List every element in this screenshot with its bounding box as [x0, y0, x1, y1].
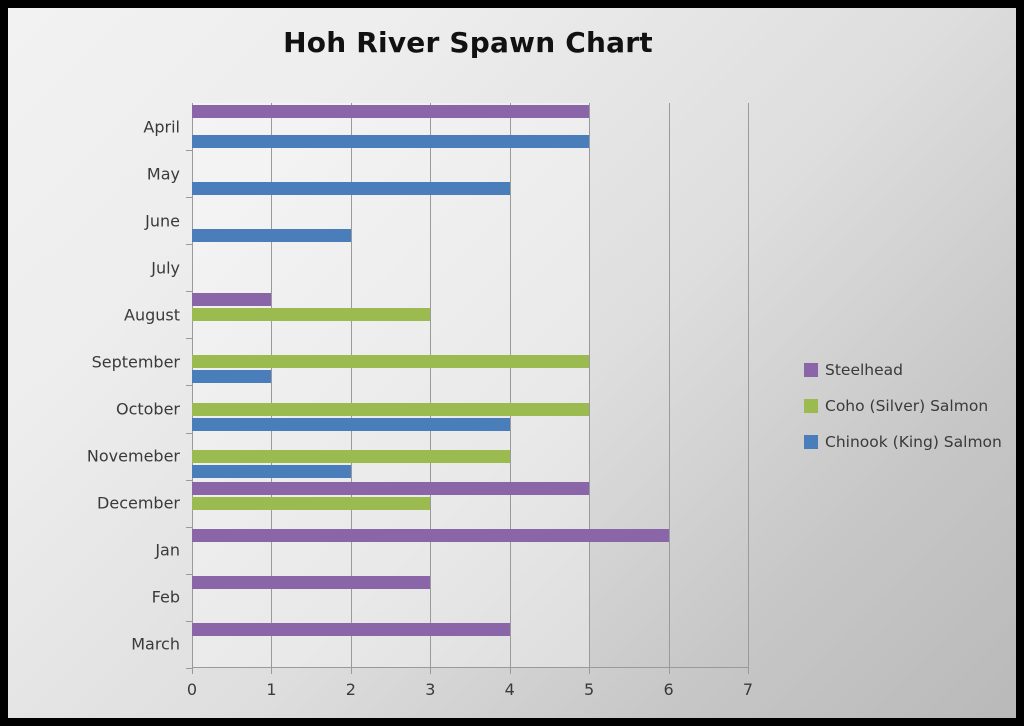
y-axis-category-label: Novemeber	[86, 446, 180, 466]
y-axis-category-label: December	[97, 493, 180, 513]
bar	[192, 293, 272, 307]
x-axis-tick	[668, 668, 670, 674]
bar-group: Novemeber	[87, 433, 748, 481]
bar-group: October	[116, 386, 748, 434]
x-axis-tick	[748, 668, 749, 674]
bar	[192, 496, 431, 510]
chart-screenshot: Hoh River Spawn Chart 0 1 2 3 4 5 6 7 April May J…	[0, 0, 1024, 726]
bar	[192, 402, 590, 416]
y-axis-category-label: Feb	[151, 587, 180, 607]
bar	[192, 528, 669, 542]
chart-title: Hoh River Spawn Chart	[283, 26, 653, 59]
x-axis-tick-label: 5	[584, 680, 595, 699]
bar-group: Feb	[152, 574, 748, 622]
legend-label: Chinook (King) Salmon	[825, 433, 1002, 451]
y-axis-category-label: May	[146, 164, 180, 184]
x-axis-tick	[192, 668, 193, 674]
x-axis-tick-label: 0	[186, 680, 198, 699]
legend-label: Steelhead	[825, 361, 903, 379]
bar-group: September	[92, 338, 748, 387]
legend-item: Steelhead	[804, 352, 1019, 388]
legend-swatch-icon	[804, 399, 818, 413]
bar	[192, 464, 351, 478]
y-axis-category-label: June	[145, 211, 180, 231]
bar	[192, 481, 590, 495]
bar-group: July	[151, 244, 748, 293]
bar	[192, 355, 590, 369]
bar	[192, 622, 510, 636]
y-axis-category-label: Jan	[155, 540, 180, 560]
x-axis-tick	[589, 668, 591, 674]
chart-legend: Steelhead Coho (Silver) Salmon Chinook (Ki…	[804, 352, 1019, 460]
y-axis-category-label: July	[151, 258, 180, 278]
y-axis-category-label: September	[91, 352, 180, 372]
x-axis-tick	[350, 668, 352, 674]
legend-item: Chinook (King) Salmon	[804, 424, 1019, 460]
legend-swatch-icon	[804, 363, 818, 377]
legend-label: Coho (Silver) Salmon	[825, 397, 989, 415]
y-axis-tick	[186, 667, 192, 669]
bar-group: Jan	[155, 527, 748, 575]
x-axis-tick-label: 3	[425, 680, 436, 699]
legend-item: Coho (Silver) Salmon	[804, 388, 1019, 424]
bar	[192, 575, 431, 589]
y-axis-category-label: October	[115, 399, 180, 419]
bar	[192, 370, 272, 384]
bar-group: December	[97, 480, 748, 528]
x-axis-tick	[271, 668, 273, 674]
plot-area: 0 1 2 3 4 5 6 7 April May June July August September…	[87, 103, 753, 699]
bar-group: March	[131, 621, 748, 669]
bar	[192, 229, 351, 243]
x-axis-tick	[430, 668, 432, 674]
x-axis-tick-label: 1	[266, 680, 277, 699]
bar	[192, 182, 510, 196]
x-axis-tick-label: 7	[742, 680, 754, 699]
x-axis-tick-label: 6	[663, 680, 674, 699]
gridline	[748, 103, 749, 668]
bar	[192, 308, 431, 322]
bar-group: May	[147, 150, 748, 199]
bar	[192, 105, 590, 119]
y-axis-category-label: March	[131, 634, 180, 654]
x-axis-tick-label: 4	[504, 680, 515, 699]
legend-swatch-icon	[804, 435, 818, 449]
x-axis-tick-label: 2	[345, 680, 356, 699]
bar	[192, 135, 590, 149]
x-axis-tick	[509, 668, 511, 674]
bar-group: June	[145, 197, 748, 246]
bar	[192, 417, 510, 431]
y-axis-category-label: April	[143, 117, 180, 137]
bar-group: April	[143, 103, 748, 152]
bar	[192, 449, 510, 463]
bar-group: August	[124, 291, 748, 340]
y-axis-category-label: August	[124, 305, 180, 325]
chart-canvas: Hoh River Spawn Chart 0 1 2 3 4 5 6 7 April May J…	[8, 8, 1016, 718]
